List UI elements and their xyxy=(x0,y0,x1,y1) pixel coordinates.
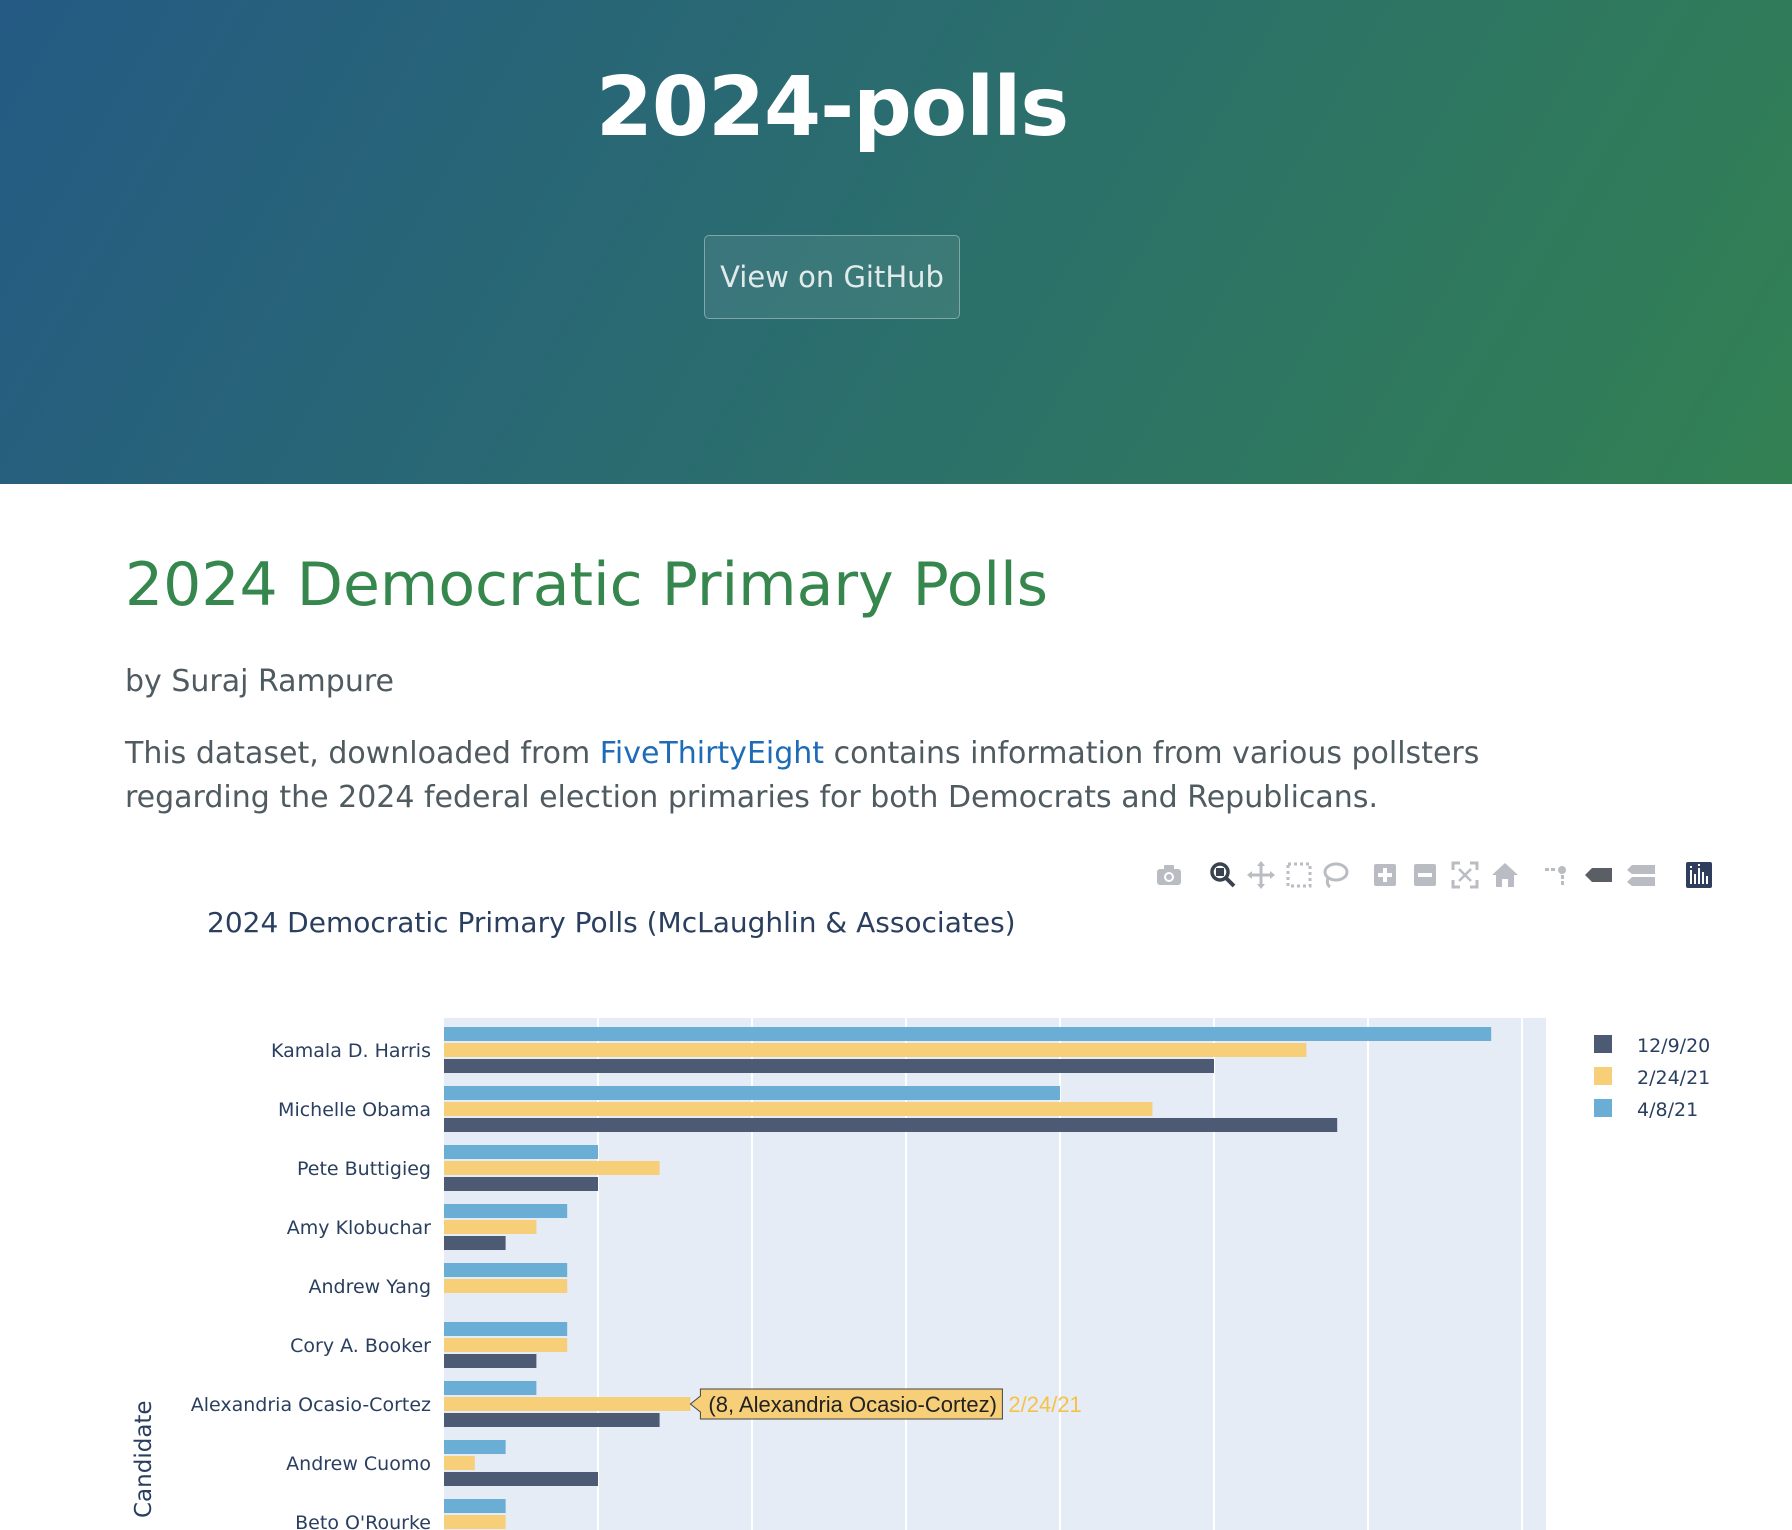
hover-tooltip: (8, Alexandria Ocasio-Cortez) 2/24/21 xyxy=(689,1388,1082,1420)
bar[interactable] xyxy=(444,1354,537,1368)
bar[interactable] xyxy=(444,1381,537,1395)
tooltip-text: (8, Alexandria Ocasio-Cortez) xyxy=(708,1392,997,1417)
bar[interactable] xyxy=(444,1204,568,1218)
legend-swatch[interactable] xyxy=(1594,1067,1612,1085)
intro-paragraph: This dataset, downloaded from FiveThirty… xyxy=(125,732,1565,820)
category-label: Alexandria Ocasio-Cortez xyxy=(191,1394,431,1416)
box-select-icon[interactable] xyxy=(1282,858,1316,896)
zoom-in-icon[interactable] xyxy=(1368,858,1402,896)
bar[interactable] xyxy=(444,1236,506,1250)
legend-swatch[interactable] xyxy=(1594,1099,1612,1117)
legend-swatch[interactable] xyxy=(1594,1035,1612,1053)
fivethirtyeight-link[interactable]: FiveThirtyEight xyxy=(600,736,824,771)
chart-title: 2024 Democratic Primary Polls (McLaughli… xyxy=(207,906,1016,939)
y-axis-title: Candidate xyxy=(131,1400,157,1518)
bar[interactable] xyxy=(444,1043,1307,1057)
lasso-select-icon[interactable] xyxy=(1318,858,1352,896)
bar[interactable] xyxy=(444,1177,598,1191)
tooltip-series-name: 2/24/21 xyxy=(1008,1392,1081,1417)
zoom-icon[interactable] xyxy=(1206,858,1240,896)
bar[interactable] xyxy=(444,1059,1214,1073)
bar[interactable] xyxy=(444,1263,568,1277)
bar[interactable] xyxy=(444,1440,506,1454)
hover-compare-icon[interactable] xyxy=(1624,858,1658,896)
legend: 12/9/20 2/24/21 4/8/21 xyxy=(1594,1035,1710,1121)
view-on-github-button[interactable]: View on GitHub xyxy=(704,235,960,319)
autoscale-icon[interactable] xyxy=(1448,858,1482,896)
bar[interactable] xyxy=(444,1515,506,1529)
bar[interactable] xyxy=(444,1161,660,1175)
project-title: 2024-polls xyxy=(595,60,1069,155)
category-label: Andrew Yang xyxy=(309,1276,432,1298)
reset-axes-icon[interactable] xyxy=(1488,858,1522,896)
category-labels: Kamala D. Harris Michelle Obama Pete Butti… xyxy=(191,1040,431,1530)
category-label: Cory A. Booker xyxy=(290,1335,431,1357)
category-label: Kamala D. Harris xyxy=(271,1040,431,1062)
category-label: Amy Klobuchar xyxy=(287,1217,431,1239)
bar[interactable] xyxy=(444,1145,598,1159)
bar[interactable] xyxy=(444,1397,691,1411)
spike-lines-icon[interactable] xyxy=(1540,858,1574,896)
bar[interactable] xyxy=(444,1338,568,1352)
zoom-out-icon[interactable] xyxy=(1408,858,1442,896)
intro-text-start: This dataset, downloaded from xyxy=(125,736,600,771)
bar[interactable] xyxy=(444,1472,598,1486)
legend-label[interactable]: 4/8/21 xyxy=(1637,1099,1698,1121)
category-label: Michelle Obama xyxy=(278,1099,431,1121)
bar[interactable] xyxy=(444,1279,568,1293)
bar[interactable] xyxy=(444,1102,1153,1116)
bar[interactable] xyxy=(444,1086,1060,1100)
bar[interactable] xyxy=(444,1499,506,1513)
bar[interactable] xyxy=(444,1220,537,1234)
page-title: 2024 Democratic Primary Polls xyxy=(125,550,1048,620)
byline: by Suraj Rampure xyxy=(125,664,394,699)
bar-chart: Kamala D. Harris Michelle Obama Pete Butti… xyxy=(131,1018,1710,1530)
bar[interactable] xyxy=(444,1413,660,1427)
page-header: 2024-polls View on GitHub xyxy=(0,0,1792,484)
category-label: Andrew Cuomo xyxy=(286,1453,431,1475)
plotly-logo-icon[interactable] xyxy=(1682,858,1716,896)
bar[interactable] xyxy=(444,1456,475,1470)
hover-closest-icon[interactable] xyxy=(1582,858,1616,896)
bar[interactable] xyxy=(444,1027,1492,1041)
legend-label[interactable]: 12/9/20 xyxy=(1637,1035,1710,1057)
legend-label[interactable]: 2/24/21 xyxy=(1637,1067,1710,1089)
category-label: Pete Buttigieg xyxy=(297,1158,431,1180)
pan-icon[interactable] xyxy=(1244,858,1278,896)
bar[interactable] xyxy=(444,1322,568,1336)
category-label: Beto O'Rourke xyxy=(295,1512,431,1530)
camera-icon[interactable] xyxy=(1152,858,1186,896)
bar[interactable] xyxy=(444,1118,1338,1132)
